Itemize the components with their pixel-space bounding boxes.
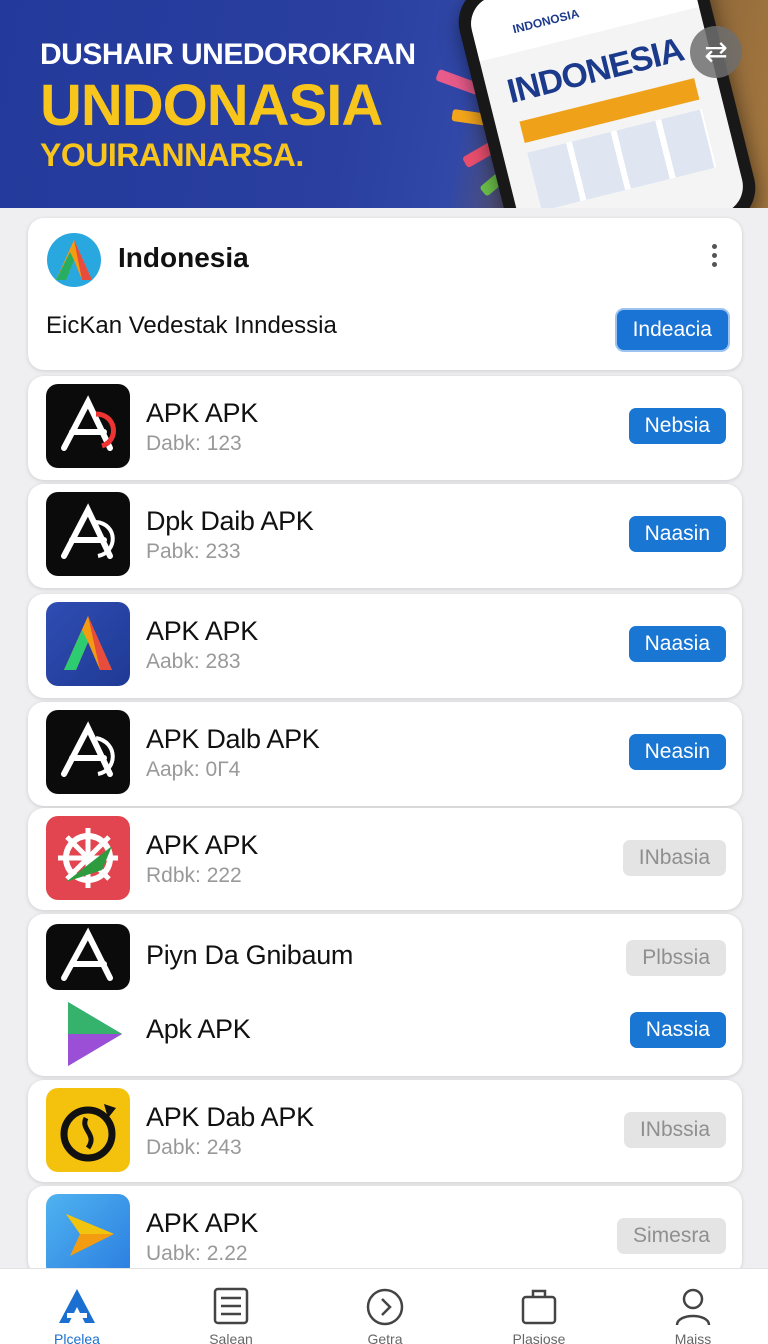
app-meta: Dabk: 123 [146, 432, 242, 455]
app-list-item[interactable]: APK Dalb APK Aapk: 0Г4 Neasin [28, 702, 742, 806]
black-stylized-a-icon [46, 384, 130, 468]
app-meta: Pabk: 233 [146, 540, 241, 563]
blue-gradient-a-icon [46, 602, 130, 686]
tab-profile[interactable]: Maiss [616, 1269, 768, 1344]
category-title: Indonesia [118, 242, 249, 273]
app-meta: Rdbk: 222 [146, 864, 242, 887]
person-icon [675, 1288, 711, 1326]
app-meta: Uabk: 2.22 [146, 1242, 248, 1265]
banner-share-button[interactable]: ⇄ [690, 26, 742, 78]
banner-line-2: UNDONASIA [40, 73, 383, 138]
app-meta: Aapk: 0Г4 [146, 758, 241, 781]
tab-home[interactable]: Plcelea [0, 1269, 154, 1344]
bottom-tab-bar: Plcelea Salean Getra Plasiose Maiss [0, 1268, 768, 1344]
tab-explore[interactable]: Getra [308, 1269, 462, 1344]
app-action-button[interactable]: INbasia [622, 840, 726, 876]
banner-line-3: YOUIRANNARSA. [40, 137, 304, 173]
app-list-item[interactable]: Piyn Da Gnibaum Plbssia [28, 914, 742, 994]
app-action-button[interactable]: Nebsia [628, 408, 726, 444]
app-action-button[interactable]: Nassia [629, 1012, 726, 1048]
app-meta: Dabk: 243 [146, 1136, 242, 1159]
promo-banner[interactable]: DUSHAIR UNEDOROKRAN UNDONASIA YOUIRANNAR… [0, 0, 768, 208]
category-header-card: Indonesia EicKan Vedestak Inndessia Inde… [28, 218, 742, 370]
category-action-button[interactable]: Indeacia [616, 310, 728, 350]
app-action-button[interactable]: INbssia [623, 1112, 726, 1148]
app-name: Apk APK [146, 1014, 251, 1044]
app-list-item[interactable]: Dpk Daib APK Pabk: 233 Naasin [28, 484, 742, 588]
app-meta: Aabk: 283 [146, 650, 241, 673]
app-group-card: Piyn Da Gnibaum Plbssia Apk APK Nassia [28, 914, 742, 1076]
tab-label: Maiss [674, 1331, 712, 1344]
chevron-circle-icon [366, 1288, 404, 1326]
red-wheel-arrow-icon [46, 816, 130, 900]
app-name: APK APK [146, 1208, 258, 1238]
app-list-item[interactable]: APK APK Uabk: 2.22 Simesra [28, 1186, 742, 1278]
tab-library[interactable]: Plasiose [462, 1269, 616, 1344]
app-list-item[interactable]: APK APK Aabk: 283 Naasia [28, 594, 742, 698]
banner-line-1: DUSHAIR UNEDOROKRAN [40, 38, 416, 71]
app-name: APK Dalb APK [146, 724, 320, 754]
blue-arrow-icon [46, 1194, 130, 1278]
app-action-button[interactable]: Naasia [628, 626, 726, 662]
app-name: APK APK [146, 830, 258, 860]
app-name: Dpk Daib APK [146, 506, 314, 536]
app-name: APK Dab APK [146, 1102, 314, 1132]
swap-arrows-icon: ⇄ [704, 36, 728, 67]
app-list-item[interactable]: APK Dab APK Dabk: 243 INbssia [28, 1080, 742, 1182]
black-stylized-a-icon [46, 924, 130, 990]
yellow-clock-icon [46, 1088, 130, 1172]
tab-list[interactable]: Salean [154, 1269, 308, 1344]
app-action-button[interactable]: Naasin [628, 516, 726, 552]
list-icon [213, 1287, 249, 1325]
home-a-icon [59, 1289, 95, 1323]
tab-label: Getra [367, 1331, 403, 1344]
app-store-logo-icon [47, 233, 101, 287]
app-list-item[interactable]: APK APK Rdbk: 222 INbasia [28, 808, 742, 910]
play-triangle-icon [46, 998, 130, 1070]
app-name: APK APK [146, 616, 258, 646]
black-stylized-a-icon [46, 492, 130, 576]
banner-text: DUSHAIR UNEDOROKRAN UNDONASIA YOUIRANNAR… [40, 38, 416, 172]
app-action-button[interactable]: Simesra [616, 1218, 726, 1254]
app-list-item[interactable]: APK APK Dabk: 123 Nebsia [28, 376, 742, 480]
black-stylized-a-icon [46, 710, 130, 794]
app-name: APK APK [146, 398, 258, 428]
category-subtitle: EicKan Vedestak Inndessia [46, 312, 337, 339]
tab-label: Plcelea [54, 1331, 100, 1344]
more-options-icon[interactable] [704, 240, 724, 272]
briefcase-icon [521, 1289, 557, 1325]
tab-label: Plasiose [512, 1331, 566, 1344]
tab-label: Salean [209, 1331, 253, 1344]
app-action-button[interactable]: Neasin [628, 734, 726, 770]
app-action-button[interactable]: Plbssia [626, 940, 726, 976]
app-list-item[interactable]: Apk APK Nassia [28, 994, 742, 1076]
app-name: Piyn Da Gnibaum [146, 940, 354, 970]
